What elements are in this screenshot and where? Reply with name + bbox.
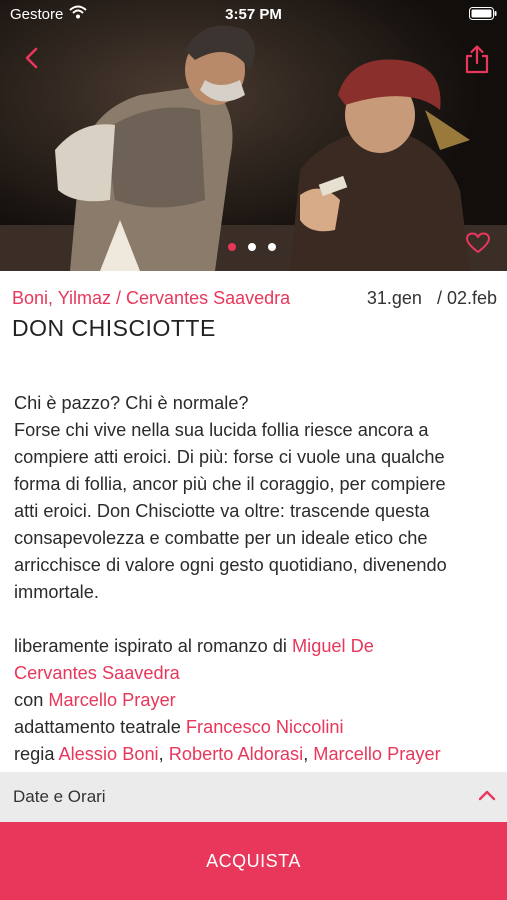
date-end: / 02.feb [436, 288, 497, 308]
favorite-button[interactable] [465, 231, 491, 255]
carousel-dot-3[interactable] [268, 243, 276, 251]
credit-label: adattamento teatrale [14, 717, 181, 737]
credit-adaptation: adattamento teatrale Francesco Niccolini [14, 714, 494, 741]
description-line: Chi è pazzo? Chi è normale? [14, 393, 249, 413]
chevron-up-icon [477, 788, 497, 807]
carousel-dot-1[interactable] [228, 243, 236, 251]
description-line: compiere atti eroici. Di più: forse ci v… [14, 447, 445, 467]
credit-link-cervantes-cont[interactable]: Cervantes Saavedra [14, 660, 494, 687]
buy-button[interactable]: ACQUISTA [0, 822, 507, 900]
description-line: atti eroici. Don Chisciotte va oltre: tr… [14, 501, 430, 521]
credit-link-niccolini[interactable]: Francesco Niccolini [186, 717, 344, 737]
hero-image-carousel[interactable]: Gestore 3:57 PM [0, 0, 507, 271]
date-start: 31.gen [366, 288, 422, 308]
credits-block: liberamente ispirato al romanzo di Migue… [14, 633, 494, 768]
hero-photo [0, 0, 507, 271]
credit-direction: regia Alessio Boni, Roberto Aldorasi, Ma… [14, 744, 441, 764]
dates-times-toggle[interactable]: Date e Orari [0, 772, 507, 822]
description-line: consapevolezza e combatte per un ideale … [14, 528, 428, 548]
credit-link-prayer-regia[interactable]: Marcello Prayer [313, 744, 440, 764]
credit-label: liberamente ispirato al romanzo di [14, 636, 287, 656]
share-icon [465, 45, 489, 74]
show-date-range: 31.gen / 02.feb [367, 288, 497, 309]
credit-inspired: liberamente ispirato al romanzo di Migue… [14, 633, 494, 660]
credit-label: regia [14, 744, 55, 764]
heart-icon [466, 232, 490, 253]
show-authors[interactable]: Boni, Yilmaz / Cervantes Saavedra [12, 288, 290, 309]
credit-link-cervantes[interactable]: Miguel De [292, 636, 374, 656]
credit-label: con [14, 690, 44, 710]
credit-link-boni[interactable]: Alessio Boni [59, 744, 159, 764]
back-button[interactable] [18, 44, 46, 72]
show-description: Chi è pazzo? Chi è normale? Forse chi vi… [14, 390, 494, 768]
clock-label: 3:57 PM [225, 6, 282, 23]
status-bar: Gestore 3:57 PM [0, 0, 507, 28]
description-paragraph: Chi è pazzo? Chi è normale? Forse chi vi… [14, 390, 494, 606]
carousel-dot-2[interactable] [248, 243, 256, 251]
credit-cast: con Marcello Prayer [14, 687, 494, 714]
dates-times-label: Date e Orari [13, 787, 106, 806]
back-chevron-icon [25, 47, 38, 69]
credit-link-aldorasi[interactable]: Roberto Aldorasi [169, 744, 303, 764]
description-line: arricchisce di valore ogni gesto quotidi… [14, 555, 447, 575]
show-title: DON CHISCIOTTE [12, 315, 216, 341]
share-button[interactable] [463, 44, 491, 74]
description-line: Forse chi vive nella sua lucida follia r… [14, 420, 429, 440]
description-line: immortale. [14, 582, 99, 602]
battery-icon [469, 7, 497, 24]
description-line: forma di follia, ancor più che il coragg… [14, 474, 446, 494]
credit-link-prayer[interactable]: Marcello Prayer [48, 690, 175, 710]
